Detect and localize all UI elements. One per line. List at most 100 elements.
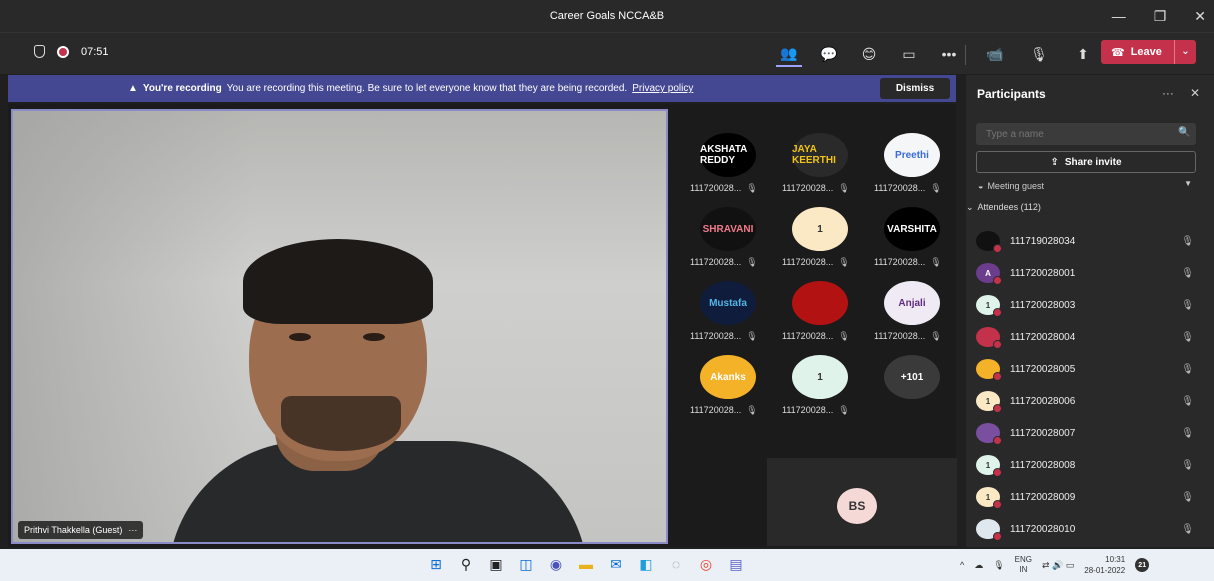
participant-tile[interactable]: JAYA KEERTHI 111720028... 🎙 — [782, 133, 862, 194]
attendee-row[interactable]: A 111720028001 🎙 — [976, 257, 1208, 289]
store-icon[interactable]: ◧ — [636, 553, 656, 575]
participant-tile[interactable]: VARSHITA 111720028... 🎙 — [874, 207, 954, 268]
mic-off-icon: 🎙 — [1181, 459, 1194, 471]
network-volume-icons[interactable]: ⇄ 🔊 ▭ — [1042, 560, 1074, 571]
attendee-name: 111720028010 — [1010, 523, 1076, 535]
person-hair — [243, 239, 433, 324]
mic-icon[interactable]: 🎙 — [993, 560, 1004, 571]
bs-video-tile[interactable]: BS — [767, 458, 957, 546]
toolbar-divider — [965, 45, 966, 65]
title-bar: Career Goals NCCA&B — ❐ ✕ — [0, 0, 1214, 32]
system-tray: ^ ☁ 🎙 ENG IN ⇄ 🔊 ▭ 10:31 28-01-2022 21 — [960, 554, 1150, 576]
panel-more-icon[interactable]: ··· — [1162, 86, 1174, 100]
participant-tile[interactable]: Akanks 111720028... 🎙 — [690, 355, 770, 416]
attendee-name: 111720028008 — [1010, 459, 1076, 471]
widgets-icon[interactable]: ◫ — [516, 553, 536, 575]
attendee-avatar: 1 — [976, 455, 1002, 477]
clock-time: 10:31 — [1105, 555, 1126, 564]
reactions-icon[interactable]: 😊 — [856, 41, 882, 67]
search-icon[interactable]: ⚲ — [456, 553, 476, 575]
mail-icon[interactable]: ✉ — [606, 553, 626, 575]
attendee-avatar — [976, 423, 1002, 445]
windows-start-icon[interactable]: ⊞ — [426, 553, 446, 575]
participant-tile[interactable]: +101 — [874, 355, 954, 399]
privacy-policy-link[interactable]: Privacy policy — [632, 83, 693, 94]
chat-app-icon[interactable]: ◉ — [546, 553, 566, 575]
attendee-row[interactable]: 111720028010 🎙 — [976, 513, 1208, 545]
attendee-row[interactable]: 1 111720028003 🎙 — [976, 289, 1208, 321]
mic-off-icon: 🎙 — [838, 405, 850, 415]
attendee-row[interactable]: 111719028034 🎙 — [976, 225, 1208, 257]
task-view-icon[interactable]: ▣ — [486, 553, 506, 575]
participant-name: 111720028... — [782, 257, 834, 267]
participant-search-input[interactable] — [976, 123, 1196, 145]
attendee-avatar: 1 — [976, 487, 1002, 509]
attendee-name: 111720028004 — [1010, 331, 1076, 343]
dismiss-button[interactable]: Dismiss — [880, 78, 950, 99]
window-title: Career Goals NCCA&B — [549, 10, 665, 22]
teams-icon[interactable]: ▤ — [726, 553, 746, 575]
attendee-row[interactable]: 1 111720028009 🎙 — [976, 481, 1208, 513]
share-invite-button[interactable]: ⇪ Share invite — [976, 151, 1196, 173]
person-eye-right — [363, 333, 385, 341]
people-icon[interactable]: 👥 — [776, 41, 802, 67]
participant-tile[interactable]: AKSHATA REDDY 111720028... 🎙 — [690, 133, 770, 194]
attendee-row[interactable]: 1 111720028006 🎙 — [976, 385, 1208, 417]
panel-close-icon[interactable]: ✕ — [1190, 86, 1200, 100]
attendee-avatar: 1 — [976, 295, 1002, 317]
attendee-avatar — [976, 231, 1002, 253]
mic-off-icon: 🎙 — [1181, 395, 1194, 407]
mic-off-icon: 🎙 — [746, 331, 758, 341]
attendee-row[interactable]: 1 111720028008 🎙 — [976, 449, 1208, 481]
warning-icon: ▲ — [128, 83, 138, 94]
participant-tile[interactable]: Mustafa 111720028... 🎙 — [690, 281, 770, 342]
attendees-header[interactable]: ⌄ Attendees (112) — [966, 202, 1041, 213]
mic-off-icon[interactable]: 🎙 — [1026, 41, 1052, 67]
banner-text: You are recording this meeting. Be sure … — [226, 83, 628, 94]
close-window-button[interactable]: ✕ — [1194, 8, 1206, 25]
participant-tile[interactable]: Preethi 111720028... 🎙 — [874, 133, 954, 194]
notification-badge[interactable]: 21 — [1135, 558, 1150, 572]
shield-icon — [34, 45, 45, 58]
attendees-label: Attendees (112) — [977, 202, 1041, 212]
search-icon[interactable]: 🔍 — [1178, 127, 1190, 138]
language-indicator[interactable]: ENG IN — [1015, 555, 1032, 575]
attendee-row[interactable]: 111720028004 🎙 — [976, 321, 1208, 353]
rooms-icon[interactable]: ▭ — [896, 41, 922, 67]
share-screen-icon[interactable]: ⬆ — [1070, 41, 1096, 67]
main-video-tile[interactable]: Prithvi Thakkella (Guest) ··· — [11, 109, 668, 544]
attendee-row[interactable]: 111720028005 🎙 — [976, 353, 1208, 385]
mic-off-icon: 🎙 — [930, 331, 942, 341]
main-video-more-icon[interactable]: ··· — [128, 525, 137, 535]
tray-chevron-icon[interactable]: ^ — [960, 560, 964, 570]
guest-avatar-icon: ◒ — [978, 181, 984, 191]
camera-off-icon[interactable]: 📹 — [982, 41, 1008, 67]
participant-tile[interactable]: 111720028... 🎙 — [782, 281, 862, 342]
participant-label: 111720028... 🎙 — [690, 183, 770, 194]
participant-avatar: Mustafa — [700, 281, 756, 325]
file-explorer-icon[interactable]: ▬ — [576, 553, 596, 575]
leave-button[interactable]: ☎ Leave ⌄ — [1101, 40, 1196, 64]
chat-icon[interactable]: 💬 — [816, 41, 842, 67]
maximize-button[interactable]: ❐ — [1154, 8, 1167, 25]
clock[interactable]: 10:31 28-01-2022 — [1084, 554, 1125, 576]
participant-tile[interactable]: SHRAVANI 111720028... 🎙 — [690, 207, 770, 268]
app-icon[interactable]: ◌ — [666, 553, 686, 575]
chrome-icon[interactable]: ◎ — [696, 553, 716, 575]
participant-label: 111720028... 🎙 — [690, 405, 770, 416]
share-icon: ⇪ — [1050, 156, 1059, 168]
onedrive-icon[interactable]: ☁ — [974, 560, 983, 571]
mic-off-icon: 🎙 — [838, 331, 850, 341]
participant-tile[interactable]: 1 111720028... 🎙 — [782, 355, 862, 416]
mic-off-icon: 🎙 — [1181, 331, 1194, 343]
mic-off-icon: 🎙 — [746, 183, 758, 193]
more-actions-icon[interactable]: ••• — [936, 41, 962, 67]
attendee-name: 111720028003 — [1010, 299, 1076, 311]
minimize-button[interactable]: — — [1112, 8, 1126, 24]
meeting-guest-row[interactable]: ◒ Meeting guest — [978, 181, 1044, 191]
chevron-down-icon[interactable]: ▼ — [1184, 179, 1192, 188]
participant-tile[interactable]: 1 111720028... 🎙 — [782, 207, 862, 268]
attendee-row[interactable]: 111720028007 🎙 — [976, 417, 1208, 449]
participant-tile[interactable]: Anjali 111720028... 🎙 — [874, 281, 954, 342]
leave-dropdown-chevron-icon[interactable]: ⌄ — [1174, 40, 1196, 64]
